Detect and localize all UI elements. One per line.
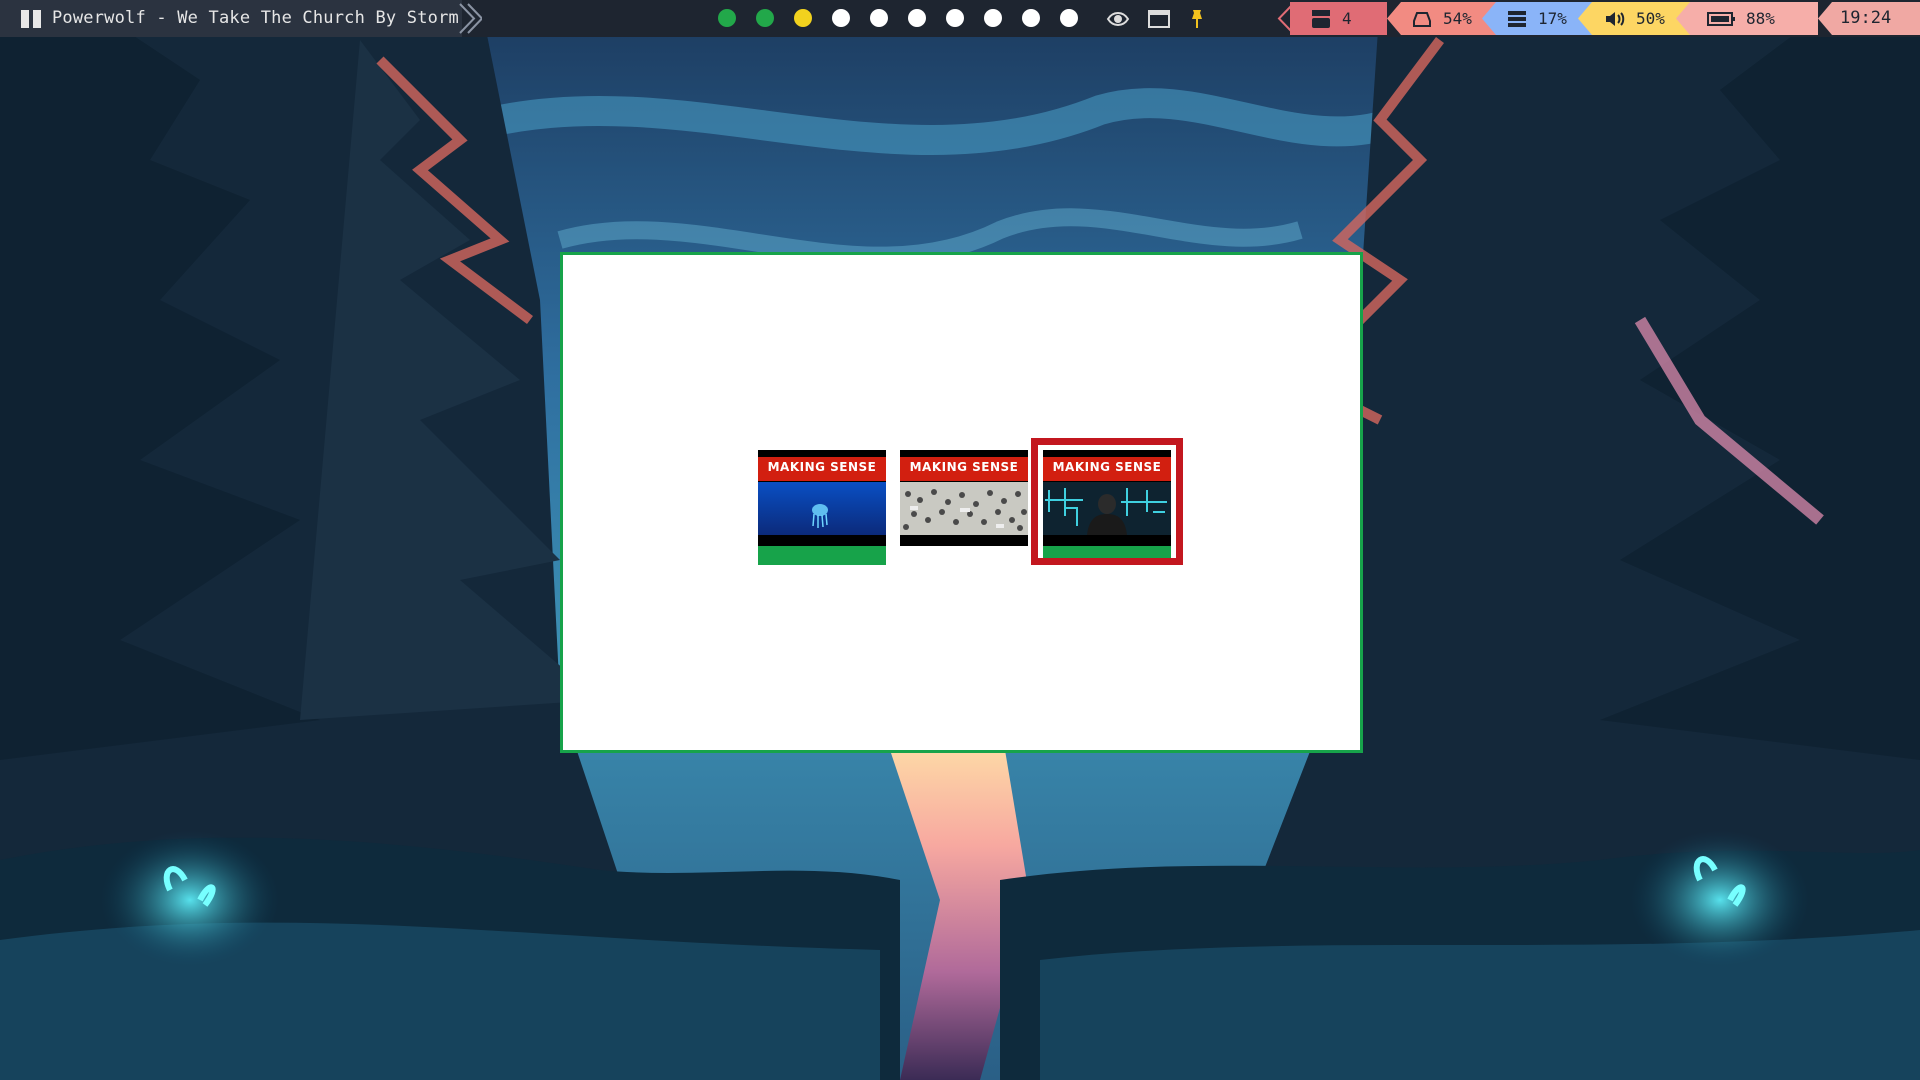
- youtube-count: 4: [1342, 9, 1352, 28]
- youtube-status[interactable]: 4: [1290, 2, 1387, 35]
- volume-level: 50%: [1636, 9, 1665, 28]
- now-playing-segment[interactable]: Powerwolf - We Take The Church By Storm: [0, 0, 462, 37]
- window-switcher: MAKING SENSE MAKING SENSE MAKING SENSE: [560, 252, 1363, 753]
- clock: 19:24: [1840, 8, 1892, 28]
- thumbnail-label: MAKING SENSE: [909, 460, 1019, 474]
- disk-status[interactable]: 54%: [1387, 2, 1497, 35]
- workspace-8[interactable]: [984, 9, 1002, 27]
- pin-icon[interactable]: [1185, 8, 1209, 30]
- window-thumbnail[interactable]: MAKING SENSE: [1043, 450, 1171, 546]
- status-bar: Powerwolf - We Take The Church By Storm: [0, 0, 1920, 37]
- workspace-10[interactable]: [1060, 9, 1078, 27]
- memory-status[interactable]: 17%: [1482, 2, 1592, 35]
- workspace-6[interactable]: [908, 9, 926, 27]
- disk-usage: 54%: [1443, 9, 1472, 28]
- youtube-icon: [1312, 9, 1330, 28]
- active-indicator: [758, 546, 886, 565]
- crowd-image: [900, 482, 1028, 535]
- window-icon[interactable]: [1147, 8, 1171, 30]
- window-thumbnail[interactable]: MAKING SENSE: [900, 450, 1028, 546]
- workspace-1[interactable]: [718, 9, 736, 27]
- now-playing-title: Powerwolf - We Take The Church By Storm: [52, 8, 459, 28]
- battery-status[interactable]: 88%: [1676, 2, 1818, 35]
- memory-usage: 17%: [1538, 9, 1567, 28]
- battery-icon: [1707, 11, 1735, 26]
- separator-arrow-icon: [459, 3, 482, 34]
- volume-status[interactable]: 50%: [1578, 2, 1690, 35]
- workspace-4[interactable]: [832, 9, 850, 27]
- thumbnail-label: MAKING SENSE: [767, 460, 877, 474]
- pause-icon[interactable]: [21, 10, 42, 28]
- memory-icon: [1508, 10, 1526, 27]
- active-indicator: [1043, 546, 1171, 565]
- battery-level: 88%: [1746, 9, 1775, 28]
- eye-icon[interactable]: [1106, 8, 1130, 30]
- workspace-9[interactable]: [1022, 9, 1040, 27]
- workspace-3[interactable]: [794, 9, 812, 27]
- whiteboard-speaker-image: [1043, 482, 1171, 535]
- thumbnail-label: MAKING SENSE: [1052, 460, 1162, 474]
- workspace-5[interactable]: [870, 9, 888, 27]
- volume-icon: [1606, 11, 1625, 26]
- underwater-jellyfish-image: [758, 482, 886, 535]
- window-thumbnail[interactable]: MAKING SENSE: [758, 450, 886, 546]
- workspace-2[interactable]: [756, 9, 774, 27]
- workspace-7[interactable]: [946, 9, 964, 27]
- disk-icon: [1413, 11, 1431, 27]
